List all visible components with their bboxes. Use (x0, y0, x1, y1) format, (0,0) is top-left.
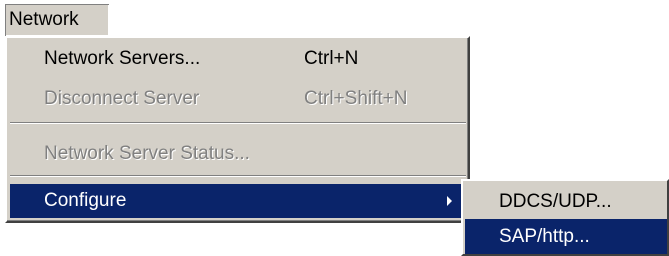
menu-item-configure[interactable]: Configure (10, 184, 466, 218)
menu-item-label: Configure (44, 190, 127, 211)
submenu-item-sap-http[interactable]: SAP/http... (465, 219, 667, 254)
menu-item-label: Disconnect Server (44, 88, 200, 109)
submenu-item-label: SAP/http... (499, 226, 590, 247)
menu-separator (10, 122, 466, 124)
menu-item-disconnect-server: Disconnect Server Ctrl+Shift+N (10, 82, 466, 116)
submenu-item-label: DDCS/UDP... (499, 191, 612, 212)
menu-item-label: Network Server Status... (44, 143, 250, 164)
submenu-arrow-icon (447, 196, 452, 206)
configure-submenu: DDCS/UDP... SAP/http... (461, 179, 669, 256)
menu-item-network-server-status: Network Server Status... (10, 137, 466, 171)
menu-item-shortcut: Ctrl+Shift+N (304, 88, 408, 109)
menu-item-network-servers[interactable]: Network Servers... Ctrl+N (10, 42, 466, 76)
menu-network[interactable]: Network (5, 4, 109, 36)
menu-item-label: Network Servers... (44, 48, 201, 69)
network-dropdown-menu: Network Servers... Ctrl+N Disconnect Ser… (5, 36, 470, 223)
menu-separator (10, 175, 466, 177)
submenu-item-ddcs-udp[interactable]: DDCS/UDP... (465, 184, 667, 219)
menu-network-label: Network (9, 9, 79, 30)
menu-item-shortcut: Ctrl+N (304, 48, 359, 69)
